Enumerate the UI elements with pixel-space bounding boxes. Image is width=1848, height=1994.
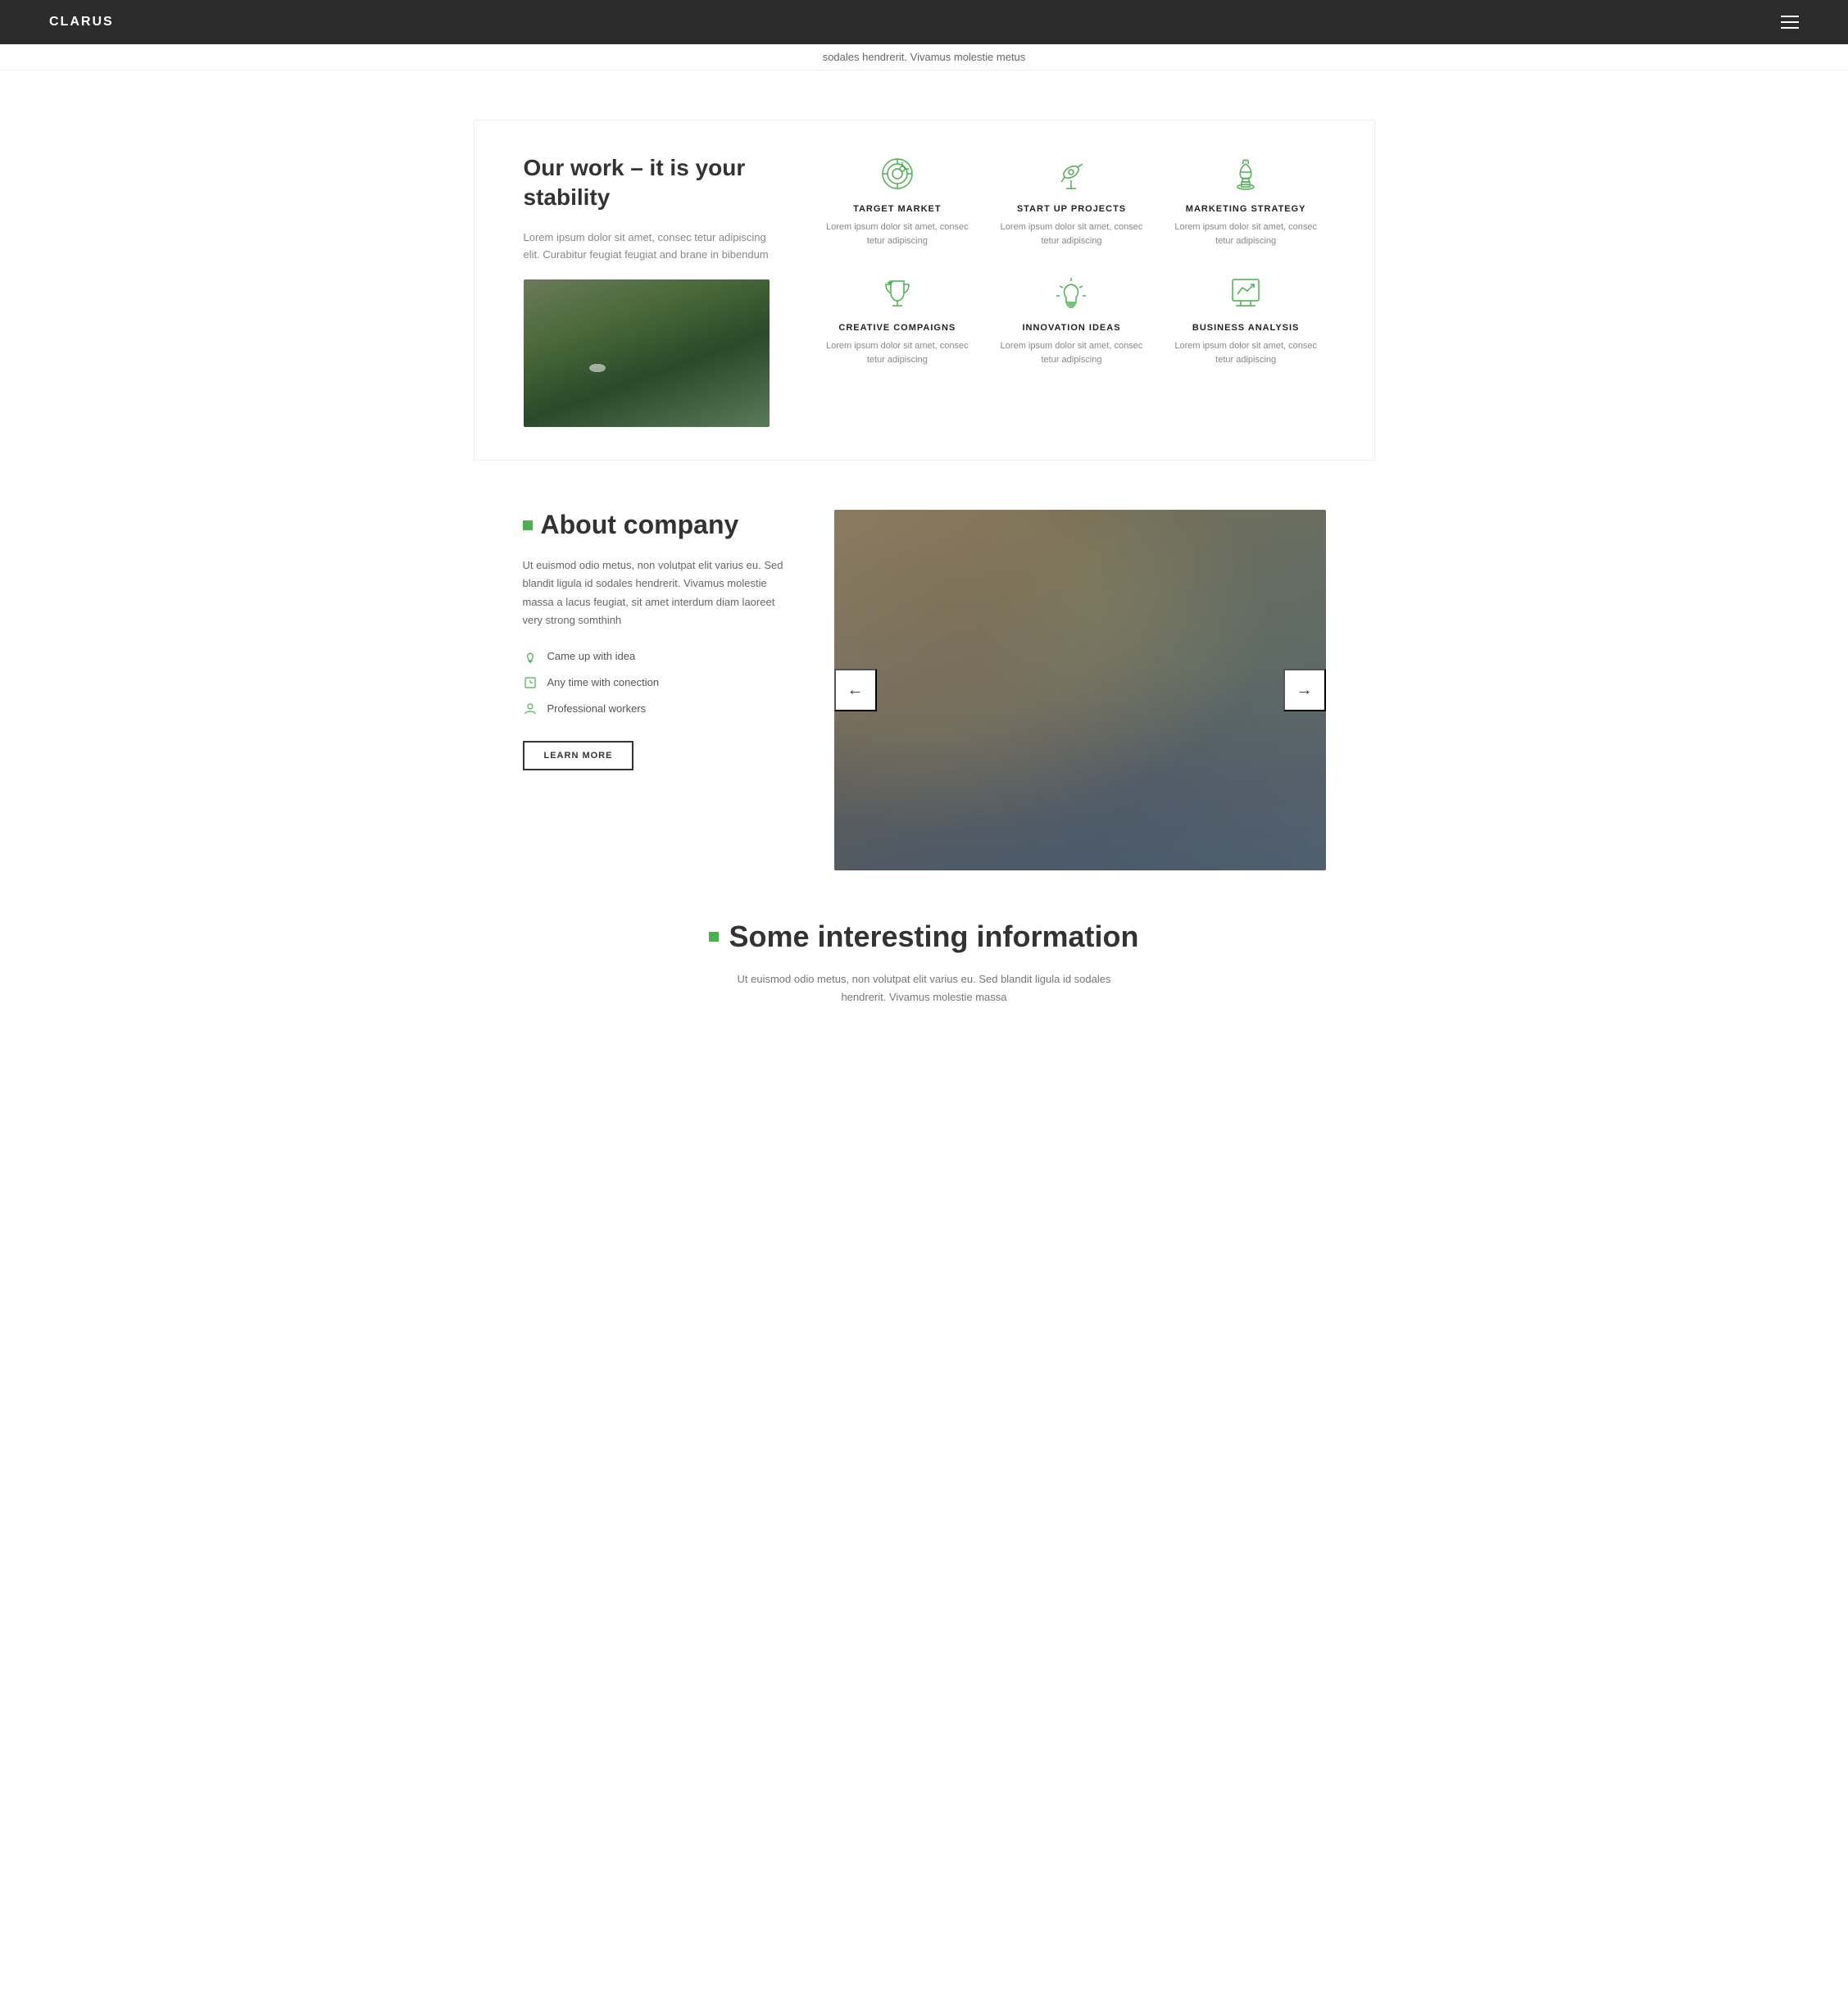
menu-icon[interactable] — [1781, 16, 1799, 29]
feature-desc-marketing: Lorem ipsum dolor sit amet, consec tetur… — [1167, 220, 1325, 248]
feature-title-startup: START UP PROJECTS — [992, 204, 1151, 214]
feature-title-innovation: INNOVATION IDEAS — [992, 323, 1151, 333]
slider-prev-button[interactable]: ← — [834, 669, 877, 711]
feature-target-market: TARGET MARKET Lorem ipsum dolor sit amet… — [819, 153, 977, 248]
list-item-workers: Professional workers — [523, 702, 785, 716]
feature-title-creative: CREATIVE COMPAIGNS — [819, 323, 977, 333]
navbar-logo: CLARUS — [49, 15, 114, 30]
work-image — [524, 279, 770, 427]
feature-title-marketing: MARKETING STRATEGY — [1167, 204, 1325, 214]
feature-title-business: BUSINESS ANALYSIS — [1167, 323, 1325, 333]
feature-title-target: TARGET MARKET — [819, 204, 977, 214]
list-item-idea: Came up with idea — [523, 649, 785, 664]
features-grid: TARGET MARKET Lorem ipsum dolor sit amet… — [819, 153, 1325, 427]
user-icon — [523, 702, 538, 716]
feature-desc-innovation: Lorem ipsum dolor sit amet, consec tetur… — [992, 339, 1151, 366]
feature-creative: CREATIVE COMPAIGNS Lorem ipsum dolor sit… — [819, 272, 977, 366]
lightbulb-icon — [523, 649, 538, 664]
section-about: About company Ut euismod odio metus, non… — [474, 510, 1375, 870]
feature-innovation: INNOVATION IDEAS Lorem ipsum dolor sit a… — [992, 272, 1151, 366]
section-work: Our work – it is your stability Lorem ip… — [474, 120, 1375, 461]
info-title: Some interesting information — [523, 920, 1326, 954]
section-info: Some interesting information Ut euismod … — [474, 920, 1375, 1006]
feature-marketing: MARKETING STRATEGY Lorem ipsum dolor sit… — [1167, 153, 1325, 248]
feature-desc-business: Lorem ipsum dolor sit amet, consec tetur… — [1167, 339, 1325, 366]
about-image — [834, 510, 1326, 870]
about-list: Came up with idea Any time with conectio… — [523, 649, 785, 716]
feature-business: BUSINESS ANALYSIS Lorem ipsum dolor sit … — [1167, 272, 1325, 366]
work-description: Lorem ipsum dolor sit amet, consec tetur… — [524, 229, 770, 264]
slider-next-button[interactable]: → — [1283, 669, 1326, 711]
work-title: Our work – it is your stability — [524, 153, 770, 213]
info-green-accent — [709, 932, 719, 942]
work-left: Our work – it is your stability Lorem ip… — [524, 153, 770, 427]
about-image-container: ← → — [834, 510, 1326, 870]
feature-desc-target: Lorem ipsum dolor sit amet, consec tetur… — [819, 220, 977, 248]
about-left: About company Ut euismod odio metus, non… — [523, 510, 785, 770]
list-item-time: Any time with conection — [523, 675, 785, 690]
green-accent — [523, 520, 533, 530]
learn-more-button[interactable]: LEARN MORE — [523, 741, 634, 770]
feature-startup: START UP PROJECTS Lorem ipsum dolor sit … — [992, 153, 1151, 248]
feature-desc-startup: Lorem ipsum dolor sit amet, consec tetur… — [992, 220, 1151, 248]
ticker: sodales hendrerit. Vivamus molestie metu… — [0, 44, 1848, 70]
about-title: About company — [523, 510, 785, 540]
info-description: Ut euismod odio metus, non volutpat elit… — [720, 970, 1129, 1006]
feature-desc-creative: Lorem ipsum dolor sit amet, consec tetur… — [819, 339, 977, 366]
trophy-icon — [877, 272, 918, 313]
telescope-icon — [1051, 153, 1092, 194]
bulb-icon — [1051, 272, 1092, 313]
clock-icon — [523, 675, 538, 690]
chess-icon — [1225, 153, 1266, 194]
chart-icon — [1225, 272, 1266, 313]
about-description: Ut euismod odio metus, non volutpat elit… — [523, 556, 785, 629]
target-icon — [877, 153, 918, 194]
navbar: CLARUS — [0, 0, 1848, 44]
